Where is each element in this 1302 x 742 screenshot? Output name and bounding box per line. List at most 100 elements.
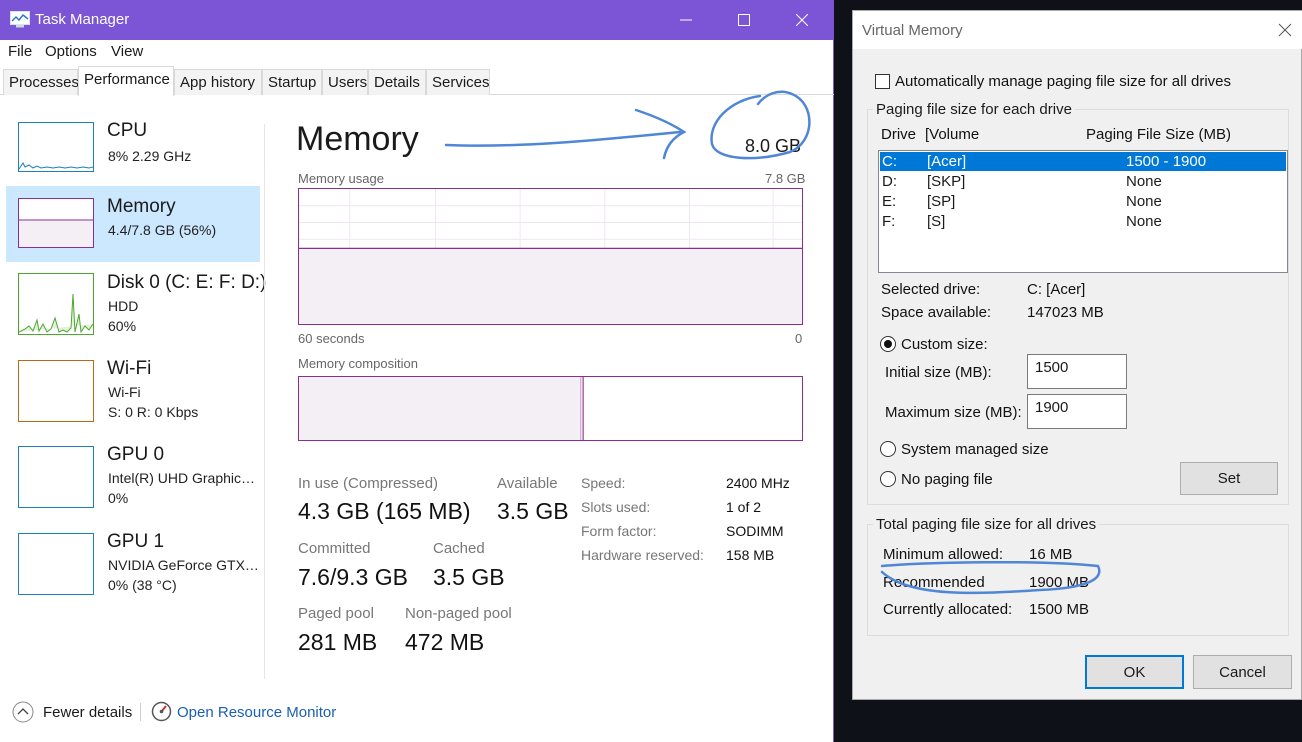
dialog-title-bar: Virtual Memory <box>853 11 1302 49</box>
gpu0-thumbnail <box>18 446 94 508</box>
non-paged-pool-value: 472 MB <box>405 629 485 655</box>
speed-label: Speed: <box>581 475 626 491</box>
chevron-up-icon[interactable] <box>12 701 34 723</box>
drive-row[interactable]: C: [Acer] 1500 - 1900 <box>880 152 1286 171</box>
minimize-button[interactable] <box>663 0 709 40</box>
perf-name-cpu: CPU <box>107 120 148 141</box>
auto-manage-checkbox[interactable] <box>875 74 890 89</box>
perf-item-wifi[interactable]: Wi-Fi Wi-Fi S: 0 R: 0 Kbps <box>6 348 260 424</box>
perf-name-wifi: Wi-Fi <box>107 358 152 379</box>
memory-composition-label: Memory composition <box>298 356 418 371</box>
space-available-value: 147023 MB <box>1027 304 1104 321</box>
memory-thumbnail <box>18 198 94 248</box>
maximum-size-input[interactable]: 1900 <box>1027 394 1127 429</box>
auto-manage-label: Automatically manage paging file size fo… <box>895 73 1231 90</box>
drive-row[interactable]: D: [SKP] None <box>880 172 1286 191</box>
in-use-label: In use (Compressed) <box>298 475 439 492</box>
close-button[interactable] <box>779 0 825 40</box>
tab-app-history[interactable]: App history <box>174 69 262 95</box>
task-manager-window: Task Manager File Options View Processes… <box>0 0 834 742</box>
form-factor-label: Form factor: <box>581 523 657 539</box>
drive-letter: E: <box>882 193 897 210</box>
cancel-button[interactable]: Cancel <box>1193 655 1292 689</box>
resource-monitor-icon <box>151 701 172 722</box>
tab-users[interactable]: Users <box>322 69 368 95</box>
maximum-size-label: Maximum size (MB): <box>885 404 1022 421</box>
fewer-details-link[interactable]: Fewer details <box>43 704 132 721</box>
drive-letter: F: <box>882 213 896 230</box>
cpu-thumbnail <box>18 122 94 172</box>
no-paging-radio[interactable] <box>880 471 896 487</box>
col-paging-size: Paging File Size (MB) <box>1086 126 1232 143</box>
footer-separator <box>140 703 141 721</box>
close-icon[interactable] <box>1275 20 1295 40</box>
minimum-allowed-value: 16 MB <box>1029 546 1073 563</box>
menu-view[interactable]: View <box>111 43 143 60</box>
drive-size: 1500 - 1900 <box>1126 153 1207 170</box>
drive-row[interactable]: F: [S] None <box>880 212 1286 231</box>
drive-size: None <box>1126 213 1162 230</box>
memory-heading: Memory <box>296 120 419 158</box>
available-value: 3.5 GB <box>497 498 569 524</box>
selected-drive-label: Selected drive: <box>881 281 981 298</box>
custom-size-radio[interactable] <box>880 336 896 352</box>
perf-item-gpu1[interactable]: GPU 1 NVIDIA GeForce GTX… 0% (38 °C) <box>6 521 260 597</box>
slots-label: Slots used: <box>581 499 651 515</box>
perf-sub-gpu1-model: NVIDIA GeForce GTX… <box>108 557 259 573</box>
perf-name-disk: Disk 0 (C: E: F: D:) <box>107 272 267 293</box>
cpu-sparkline <box>18 162 94 170</box>
available-label: Available <box>497 475 558 492</box>
perf-sub-gpu0-model: Intel(R) UHD Graphic… <box>108 470 256 486</box>
tab-startup[interactable]: Startup <box>262 69 322 95</box>
gpu1-thumbnail <box>18 533 94 595</box>
perf-sub-memory: 4.4/7.8 GB (56%) <box>108 222 217 238</box>
perf-item-memory[interactable]: Memory 4.4/7.8 GB (56%) <box>6 186 260 262</box>
speed-value: 2400 MHz <box>726 475 790 491</box>
drive-size: None <box>1126 193 1162 210</box>
time-axis-right: 0 <box>795 331 803 346</box>
perf-sub-gpu1-usage: 0% (38 °C) <box>108 577 177 593</box>
in-use-value: 4.3 GB (165 MB) <box>298 498 471 524</box>
tab-performance[interactable]: Performance <box>78 66 174 96</box>
drive-letter: D: <box>882 173 897 190</box>
drive-list: C: [Acer] 1500 - 1900 D: [SKP] None E: [… <box>878 150 1288 273</box>
currently-allocated-value: 1500 MB <box>1029 601 1090 618</box>
paged-pool-value: 281 MB <box>298 629 378 655</box>
open-resource-monitor-link[interactable]: Open Resource Monitor <box>177 704 336 721</box>
system-managed-label: System managed size <box>901 441 1049 458</box>
menu-file[interactable]: File <box>8 43 32 60</box>
initial-size-input[interactable]: 1500 <box>1027 354 1127 389</box>
tab-details[interactable]: Details <box>368 69 426 95</box>
drive-size: None <box>1126 173 1162 190</box>
tab-services[interactable]: Services <box>426 69 490 95</box>
ok-button[interactable]: OK <box>1085 655 1184 689</box>
perf-sub-cpu: 8% 2.29 GHz <box>108 148 192 164</box>
tab-strip: Processes Performance App history Startu… <box>0 66 834 96</box>
perf-item-gpu0[interactable]: GPU 0 Intel(R) UHD Graphic… 0% <box>6 434 260 510</box>
perf-sub-wifi-adapter: Wi-Fi <box>108 384 141 400</box>
maximize-button[interactable] <box>721 0 767 40</box>
perf-name-gpu0: GPU 0 <box>107 444 165 465</box>
memory-usage-chart <box>298 188 803 325</box>
dialog-title: Virtual Memory <box>862 22 963 39</box>
paging-drive-group-label: Paging file size for each drive <box>873 101 1075 118</box>
disk-thumbnail <box>18 273 94 335</box>
initial-size-label: Initial size (MB): <box>885 364 992 381</box>
performance-list: CPU 8% 2.29 GHz Memory 4.4/7.8 GB (56%) … <box>0 110 266 680</box>
menu-options[interactable]: Options <box>45 43 97 60</box>
composition-in-use <box>299 377 581 440</box>
minimum-allowed-label: Minimum allowed: <box>883 546 1004 563</box>
system-managed-radio[interactable] <box>880 441 896 457</box>
tab-processes[interactable]: Processes <box>3 69 79 95</box>
committed-value: 7.6/9.3 GB <box>298 564 408 590</box>
drive-volume: [SP] <box>927 193 956 210</box>
slots-value: 1 of 2 <box>726 499 762 515</box>
perf-item-disk[interactable]: Disk 0 (C: E: F: D:) HDD 60% <box>6 262 266 338</box>
set-button[interactable]: Set <box>1180 462 1278 495</box>
perf-sub-disk-usage: 60% <box>108 318 137 334</box>
close-icon <box>796 14 808 26</box>
perf-sub-disk-type: HDD <box>108 298 139 314</box>
perf-item-cpu[interactable]: CPU 8% 2.29 GHz <box>6 110 260 186</box>
memory-composition-chart <box>298 376 803 441</box>
drive-row[interactable]: E: [SP] None <box>880 192 1286 211</box>
